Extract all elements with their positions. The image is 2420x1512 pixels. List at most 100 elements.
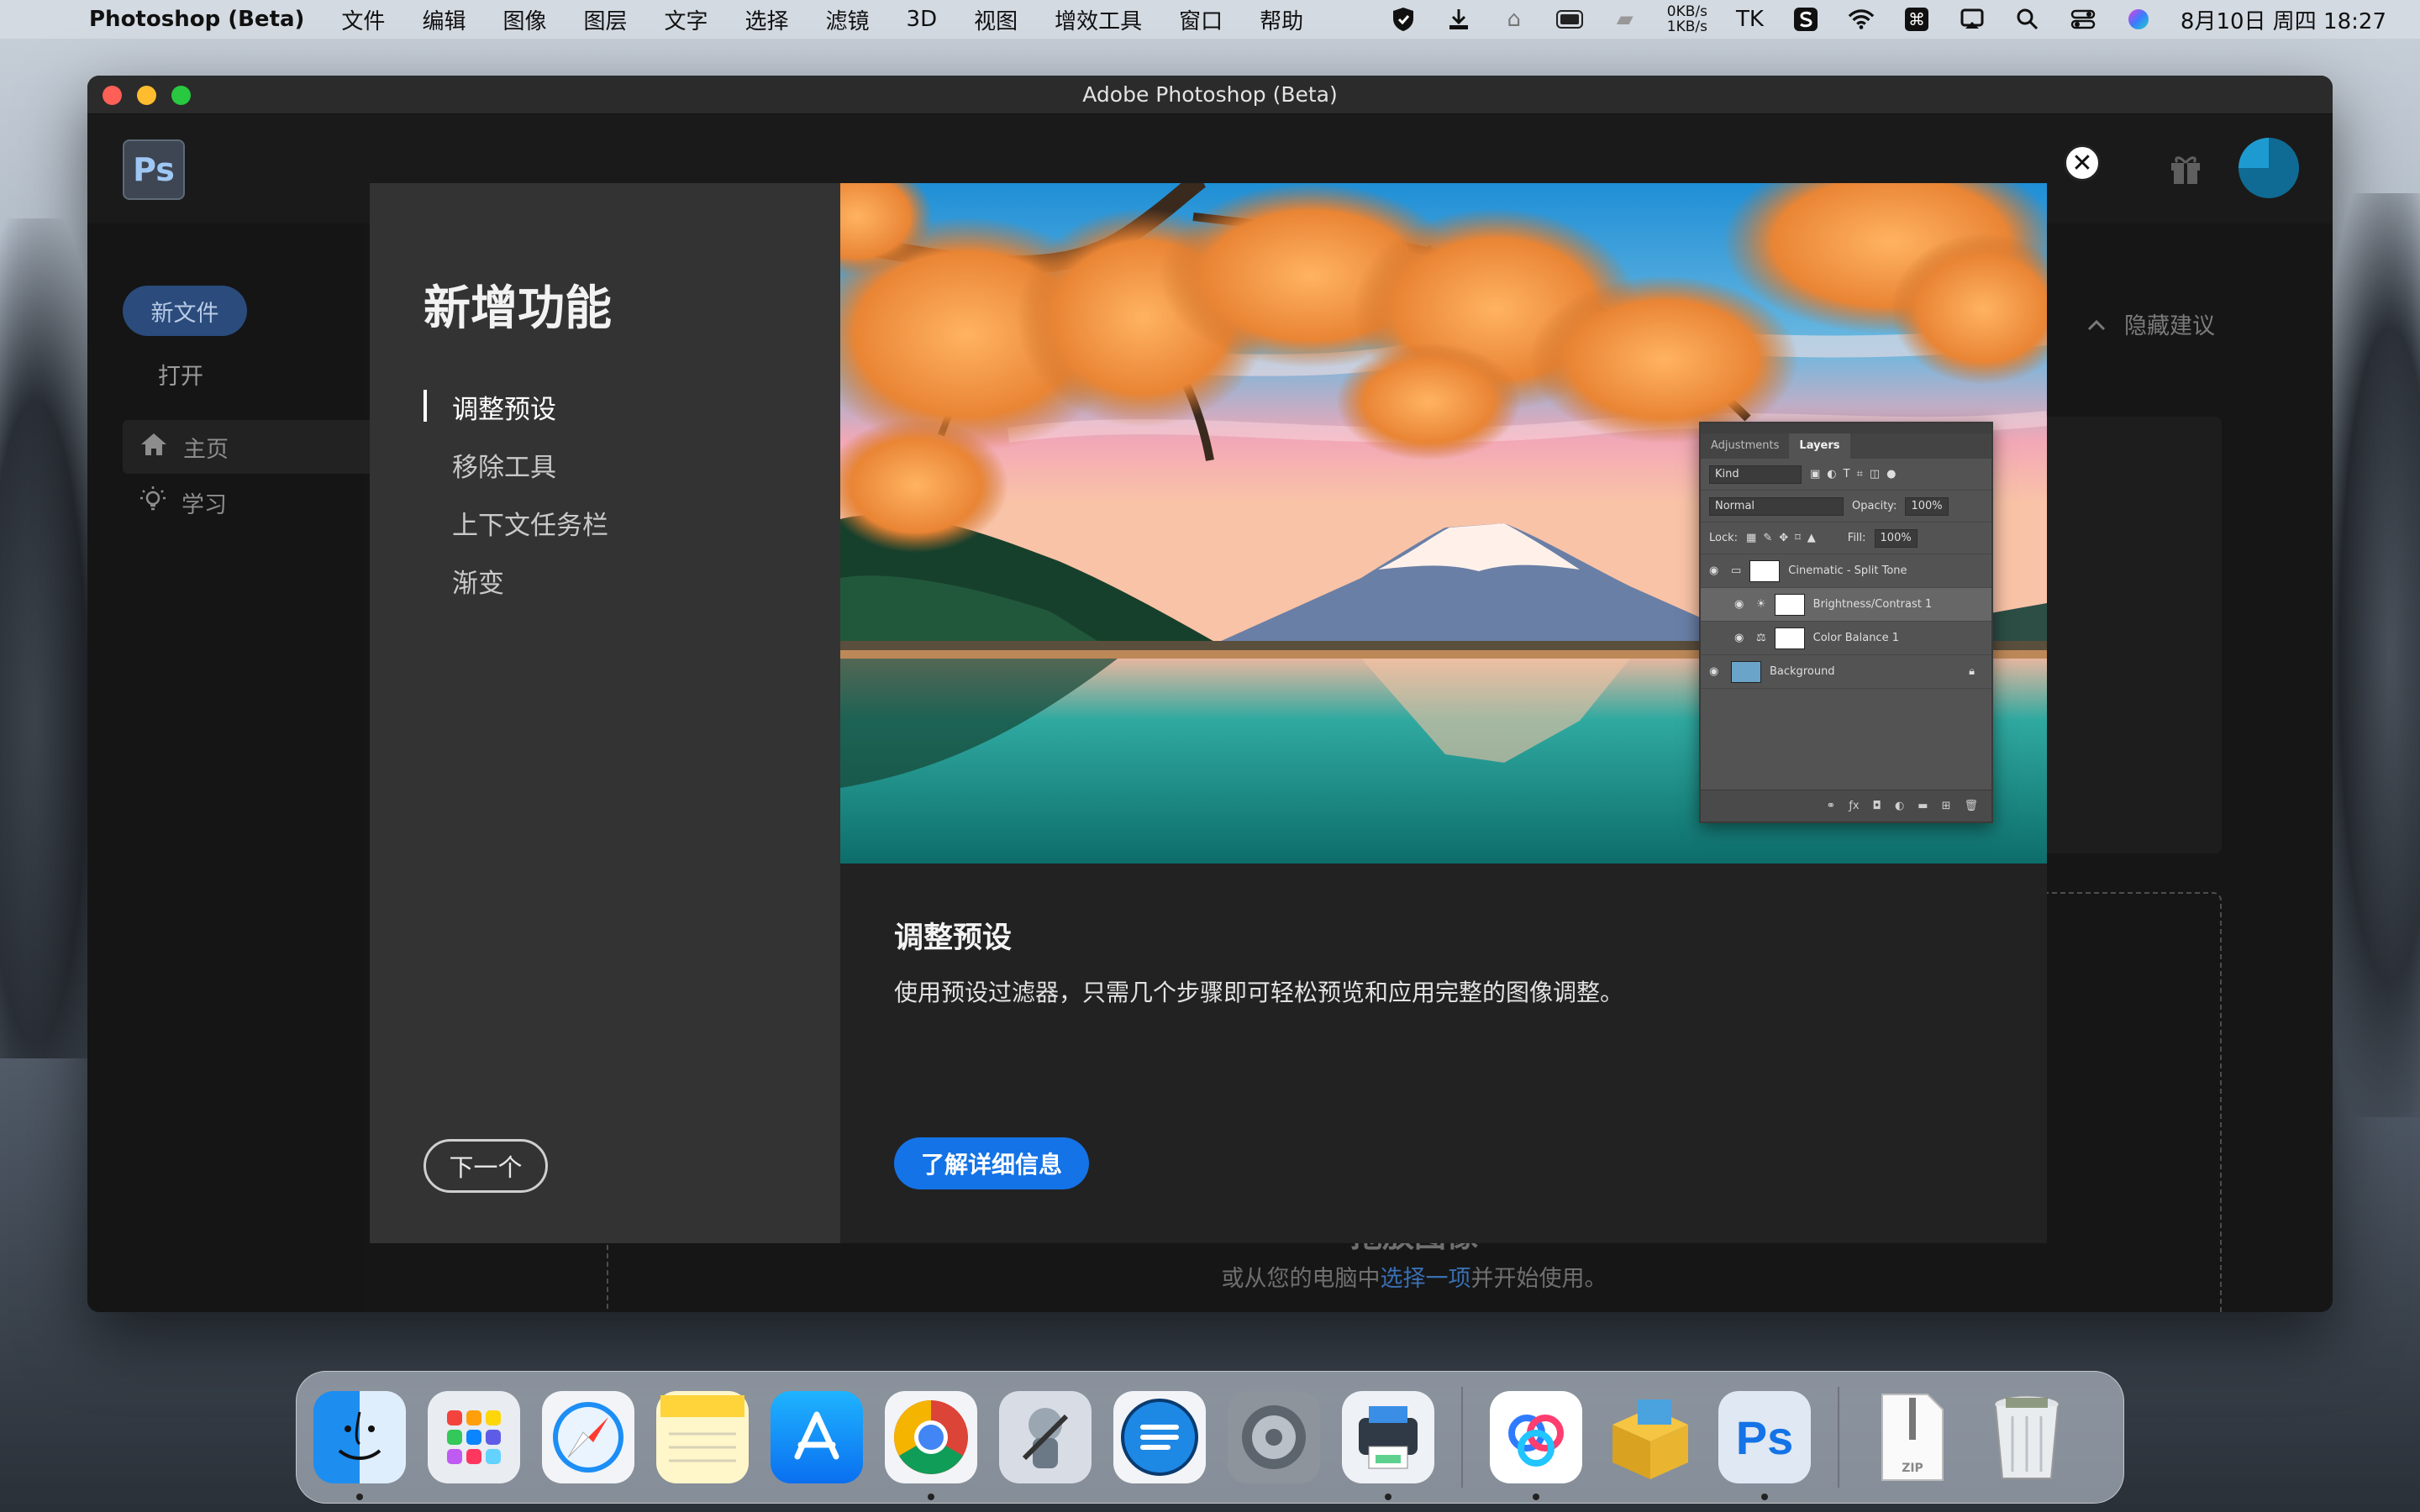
feature-item-gradients[interactable]: 渐变 (424, 552, 608, 610)
menu-view[interactable]: 视图 (974, 4, 1018, 35)
dock-launchpad[interactable] (428, 1391, 520, 1483)
eye-icon: ◉ (1734, 632, 1744, 644)
nav-item-learn[interactable]: 学习 (139, 486, 227, 520)
dock-system-preferences[interactable] (1228, 1391, 1320, 1483)
kind-filter: Kind (1709, 465, 1802, 484)
layer-thumbnail (1774, 593, 1805, 616)
eye-icon: ◉ (1709, 564, 1719, 577)
close-window-button[interactable] (103, 86, 122, 105)
lock-label: Lock: (1709, 532, 1739, 544)
feature-heading: 调整预设 (894, 921, 1013, 955)
dock-chrome[interactable] (885, 1391, 977, 1500)
learn-more-button[interactable]: 了解详细信息 (894, 1137, 1089, 1189)
minimize-window-button[interactable] (137, 86, 156, 105)
menu-bar: Photoshop (Beta) 文件 编辑 图像 图层 文字 选择 滤镜 3D… (0, 0, 2420, 39)
eye-icon: ◉ (1709, 665, 1719, 678)
menu-select[interactable]: 选择 (745, 4, 789, 35)
folder-icon: ▭ (1731, 564, 1742, 577)
dock-archiver[interactable] (1604, 1391, 1697, 1483)
shield-icon[interactable] (1390, 8, 1417, 31)
feature-item-adjustment-presets[interactable]: 调整预设 (424, 378, 608, 436)
hide-suggestions-label: 隐藏建议 (2124, 313, 2215, 339)
clock[interactable]: 8月10日 周四 18:27 (2181, 4, 2386, 35)
opacity-label: Opacity: (1852, 500, 1897, 512)
screen-mirror-icon[interactable] (1959, 8, 1986, 31)
fx-icon: ƒx (1849, 800, 1860, 812)
dock-notes[interactable] (656, 1391, 749, 1483)
select-file-link[interactable]: 选择一项 (1381, 1266, 1471, 1292)
layer-name: Cinematic - Split Tone (1788, 564, 1907, 577)
fill-value: 100% (1874, 528, 1918, 548)
s-app-icon[interactable] (1792, 8, 1819, 31)
blend-mode: Normal (1709, 496, 1844, 516)
dock-printer[interactable] (1342, 1391, 1434, 1500)
net-up: 0KB/s (1666, 3, 1707, 20)
feature-list: 调整预设 移除工具 上下文任务栏 渐变 (424, 378, 608, 610)
panel-topbar (1701, 423, 1991, 433)
menu-edit[interactable]: 编辑 (422, 4, 466, 35)
wallpaper-rock-right (2319, 193, 2420, 1117)
control-center-icon[interactable] (2070, 8, 2096, 31)
menu-app-name[interactable]: Photoshop (Beta) (89, 7, 304, 32)
running-indicator (1533, 1494, 1539, 1500)
filter-icons: ▣◐T⌗◫● (1810, 468, 1903, 480)
feature-hero-image: Adjustments Layers Kind ▣◐T⌗◫● Normal Op… (840, 183, 2047, 864)
cat-icon[interactable]: ▰ (1612, 7, 1639, 32)
next-button[interactable]: 下一个 (424, 1139, 548, 1193)
download-icon[interactable] (1445, 8, 1472, 31)
zoom-window-button[interactable] (171, 86, 191, 105)
menu-layer[interactable]: 图层 (583, 4, 627, 35)
nav-home-label: 主页 (183, 436, 229, 463)
menu-type[interactable]: 文字 (664, 4, 708, 35)
tab-adjustments: Adjustments (1711, 439, 1780, 452)
chevron-up-icon (2087, 311, 2106, 337)
whats-new-dialog: 新增功能 调整预设 移除工具 上下文任务栏 渐变 下一个 Adjustments… (370, 183, 2047, 1243)
menu-3d[interactable]: 3D (907, 7, 938, 32)
kind-filter-row: Kind ▣◐T⌗◫● (1701, 459, 1991, 491)
input-method[interactable]: TK (1736, 7, 1764, 32)
dock: Ps ZIP (296, 1371, 2124, 1504)
battery-icon[interactable] (1555, 8, 1583, 31)
brightness-icon: ☀ (1756, 598, 1766, 611)
menu-window[interactable]: 窗口 (1179, 4, 1223, 35)
dock-craft[interactable] (1113, 1391, 1206, 1483)
gift-icon[interactable] (2166, 150, 2205, 188)
dialog-title: 新增功能 (424, 281, 612, 336)
eye-icon: ◉ (1734, 598, 1744, 611)
avatar[interactable] (2238, 138, 2299, 198)
dock-automator[interactable] (999, 1391, 1092, 1483)
feature-item-contextual-taskbar[interactable]: 上下文任务栏 (424, 494, 608, 552)
menu-file[interactable]: 文件 (341, 4, 385, 35)
menu-help[interactable]: 帮助 (1260, 4, 1303, 35)
layer-row: ◉ ⚖ Color Balance 1 (1701, 622, 1991, 655)
dock-finder[interactable] (313, 1391, 406, 1500)
menu-filter[interactable]: 滤镜 (826, 4, 870, 35)
broom-icon[interactable]: ⌂ (1501, 7, 1528, 32)
dock-zip-file[interactable]: ZIP (1866, 1391, 1959, 1483)
open-button[interactable]: 打开 (158, 358, 203, 391)
network-speed[interactable]: 0KB/s 1KB/s (1667, 4, 1707, 34)
command-icon[interactable]: ⌘ (1903, 8, 1930, 31)
suggestions-panel (2020, 417, 2222, 853)
search-icon[interactable] (2014, 8, 2041, 31)
layers-panel-screenshot: Adjustments Layers Kind ▣◐T⌗◫● Normal Op… (1699, 422, 1993, 823)
dock-trash[interactable] (1981, 1391, 2073, 1483)
nav-item-home[interactable]: 主页 (123, 420, 375, 474)
new-file-button[interactable]: 新文件 (123, 286, 247, 336)
ps-logo[interactable]: Ps (123, 139, 185, 200)
dock-baidu-netdisk[interactable] (1490, 1391, 1582, 1500)
dock-app-store[interactable] (771, 1391, 863, 1483)
new-layer-icon: ⊞ (1941, 800, 1951, 812)
menu-image[interactable]: 图像 (502, 4, 546, 35)
layer-row: ◉ ☀ Brightness/Contrast 1 (1701, 588, 1991, 622)
dock-photoshop[interactable]: Ps (1718, 1391, 1811, 1500)
menu-plugins[interactable]: 增效工具 (1055, 4, 1142, 35)
hide-suggestions-button[interactable]: 隐藏建议 (2087, 307, 2215, 340)
wifi-icon[interactable] (1848, 8, 1875, 31)
close-dialog-button[interactable]: ✕ (2064, 144, 2101, 181)
tab-layers: Layers (1789, 433, 1850, 459)
window-titlebar[interactable]: Adobe Photoshop (Beta) (87, 76, 2333, 114)
siri-icon[interactable] (2125, 8, 2152, 31)
dock-safari[interactable] (542, 1391, 634, 1483)
feature-item-remove-tool[interactable]: 移除工具 (424, 436, 608, 494)
